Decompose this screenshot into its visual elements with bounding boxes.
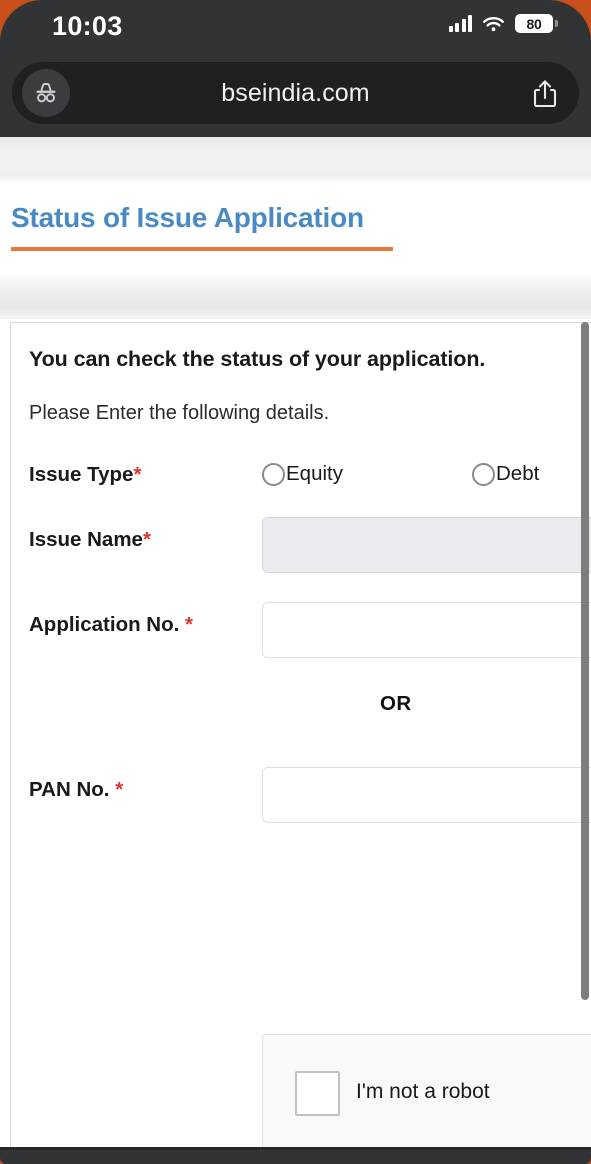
page-title: Status of Issue Application [11,202,364,233]
issue-type-label: Issue Type* [29,463,141,487]
wifi-icon [482,15,505,32]
page-scrollbar[interactable] [580,322,591,1000]
radio-equity-label: Equity [286,462,343,485]
page-mid-band [0,275,591,319]
recaptcha-label: I'm not a robot [356,1080,490,1103]
page-header: Status of Issue Application [0,182,591,275]
form-subtext: Please Enter the following details. [29,402,330,424]
radio-equity[interactable] [262,462,285,486]
browser-chrome: 10:03 80 bseindia.com [0,0,591,137]
radio-debt[interactable] [472,462,495,486]
status-clock: 10:03 [52,11,123,41]
issue-name-label: Issue Name* [29,528,151,552]
scrollbar-thumb[interactable] [581,322,589,1000]
status-form-card: You can check the status of your applica… [10,322,591,1147]
battery-icon: 80 [515,14,558,33]
radio-debt-label: Debt [496,462,540,485]
application-no-required-mark: * [185,613,194,636]
issue-type-option-equity[interactable]: Equity [262,462,343,486]
form-lead-text: You can check the status of your applica… [29,347,486,371]
phone-screen: 10:03 80 bseindia.com Status of Issue Ap… [0,0,591,1164]
pan-no-required-mark: * [115,778,124,801]
application-no-input[interactable] [262,602,591,658]
battery-level: 80 [526,15,542,32]
issue-type-option-debt[interactable]: Debt [472,462,539,486]
issue-type-label-text: Issue Type [29,463,134,486]
url-text[interactable]: bseindia.com [12,62,579,124]
application-no-label: Application No. * [29,613,193,637]
recaptcha-checkbox[interactable] [295,1071,340,1116]
pan-no-label: PAN No. * [29,778,123,802]
recaptcha-widget[interactable]: I'm not a robot [262,1034,591,1147]
browser-url-bar[interactable]: bseindia.com [12,62,579,124]
status-indicators: 80 [448,14,558,33]
browser-bottom-bar [0,1147,591,1164]
issue-name-select[interactable] [262,517,591,573]
cellular-bars-icon [448,15,472,32]
status-bar: 10:03 80 [0,0,591,56]
share-icon[interactable] [529,77,561,111]
web-page: Status of Issue Application You can chec… [0,137,591,1147]
issue-name-required-mark: * [142,528,151,551]
pan-no-input[interactable] [262,767,591,823]
page-top-band [0,137,591,182]
issue-type-required-mark: * [133,463,142,486]
pan-no-label-text: PAN No. [29,778,116,801]
issue-name-label-text: Issue Name [29,528,143,551]
or-separator: OR [380,692,412,715]
application-no-label-text: Application No. [29,613,186,636]
title-underline [11,247,393,251]
